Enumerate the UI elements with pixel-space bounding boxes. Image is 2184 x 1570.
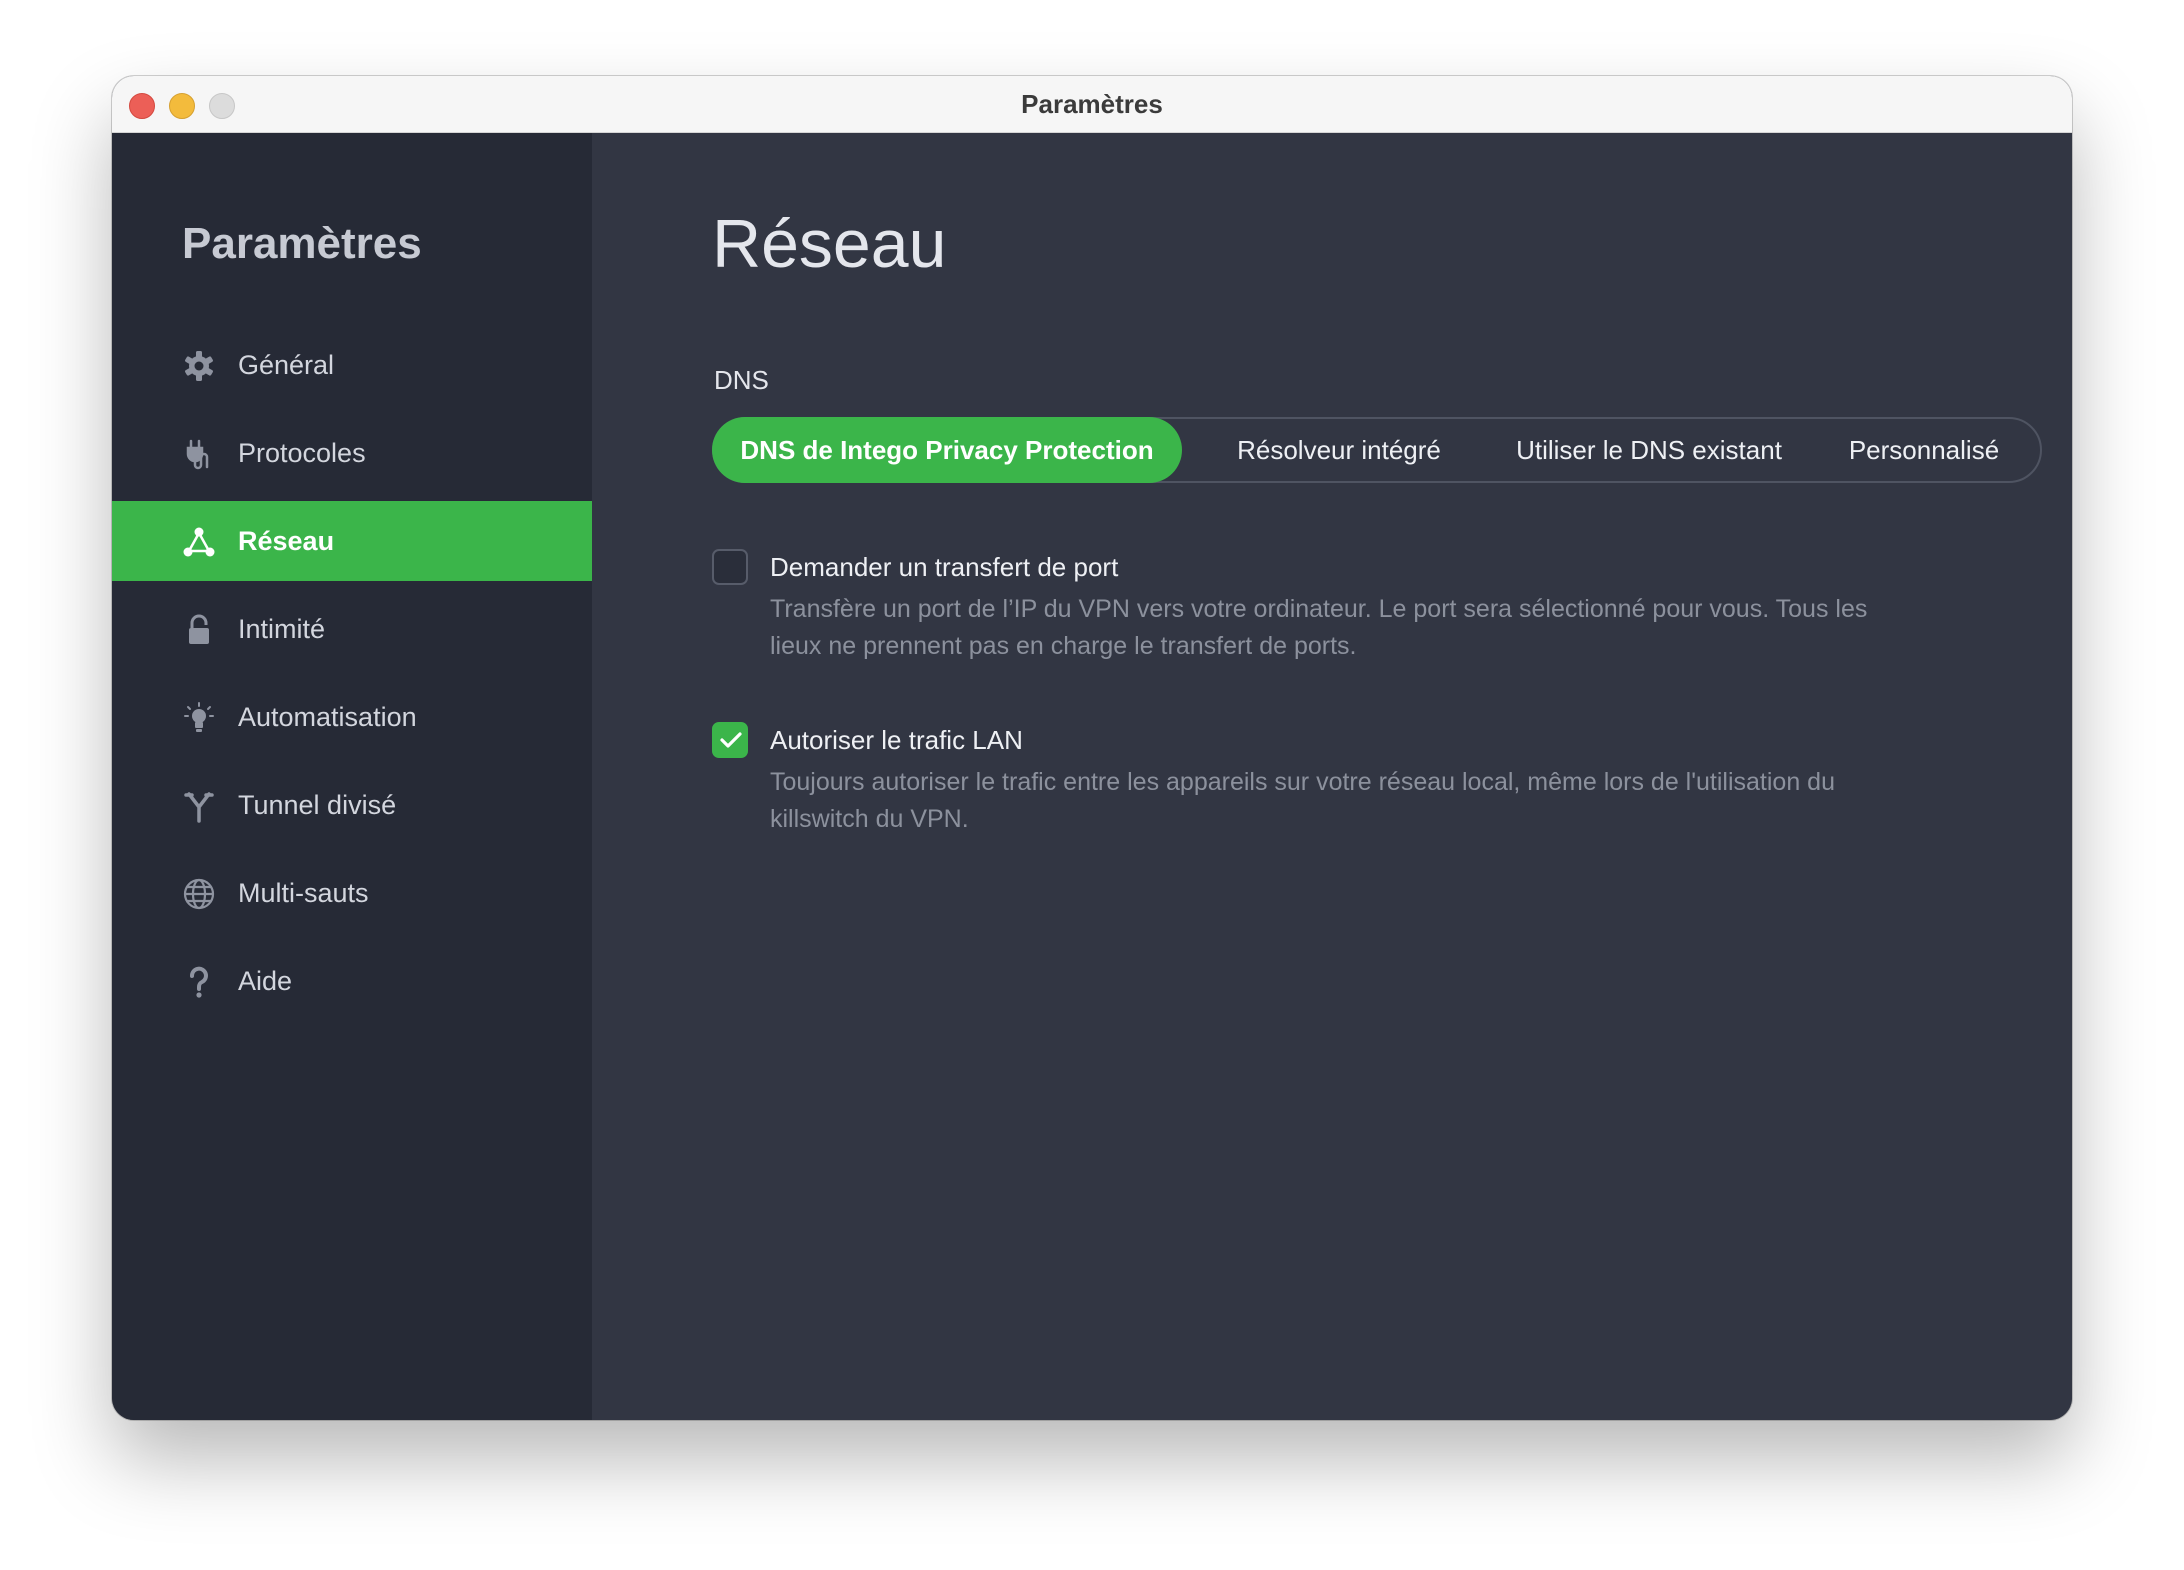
dns-section-label: DNS: [714, 365, 769, 395]
sidebar-item-label: Aide: [238, 966, 293, 996]
lock-icon: [182, 613, 216, 647]
port-forwarding-label[interactable]: Demander un transfert de port: [770, 549, 1118, 585]
sidebar-item-label: Tunnel divisé: [238, 790, 397, 820]
page-title: Réseau: [712, 206, 947, 282]
lightbulb-icon: [182, 701, 216, 735]
sidebar-item-label: Multi-sauts: [238, 878, 369, 908]
title-bar: Paramètres: [112, 76, 2072, 133]
lan-traffic-label[interactable]: Autoriser le trafic LAN: [770, 722, 1023, 758]
sidebar-item-privacy[interactable]: Intimité: [112, 589, 592, 669]
question-icon: [182, 965, 216, 999]
sidebar-item-automation[interactable]: Automatisation: [112, 677, 592, 757]
network-icon: [182, 525, 216, 559]
sidebar: Paramètres Général Protocoles Réseau Int…: [112, 133, 592, 1420]
sidebar-item-label: Réseau: [238, 526, 335, 556]
sidebar-item-general[interactable]: Général: [112, 325, 592, 405]
lan-traffic-description: Toujours autoriser le trafic entre les a…: [770, 764, 1930, 838]
dns-option-intego[interactable]: DNS de Intego Privacy Protection: [712, 417, 1182, 483]
checkmark-icon: [720, 732, 742, 748]
main-panel: Réseau DNS DNS de Intego Privacy Protect…: [592, 133, 2072, 1420]
settings-window: Paramètres Paramètres Général Protocoles: [112, 76, 2072, 1420]
sidebar-item-protocols[interactable]: Protocoles: [112, 413, 592, 493]
globe-icon: [182, 877, 216, 911]
sidebar-item-split-tunnel[interactable]: Tunnel divisé: [112, 765, 592, 845]
sidebar-item-label: Intimité: [238, 614, 326, 644]
description-line: lieux ne prennent pas en charge le trans…: [770, 632, 1357, 660]
description-line: killswitch du VPN.: [770, 805, 969, 833]
sidebar-item-label: Automatisation: [238, 702, 417, 732]
dns-option-custom[interactable]: Personnalisé: [1824, 417, 2024, 483]
sidebar-item-label: Général: [238, 350, 335, 380]
plug-icon: [182, 437, 216, 471]
split-tunnel-icon: [182, 789, 216, 823]
description-line: Toujours autoriser le trafic entre les a…: [770, 768, 1835, 796]
sidebar-item-label: Protocoles: [238, 438, 366, 468]
description-line: Transfère un port de l’IP du VPN vers vo…: [770, 595, 1868, 623]
dns-option-builtin-resolver[interactable]: Résolveur intégré: [1214, 417, 1464, 483]
sidebar-item-network[interactable]: Réseau: [112, 501, 592, 581]
window-title: Paramètres: [1021, 89, 1163, 119]
dns-option-existing[interactable]: Utiliser le DNS existant: [1504, 417, 1794, 483]
port-forwarding-checkbox[interactable]: [712, 549, 748, 585]
gear-icon: [182, 349, 216, 383]
lan-traffic-checkbox[interactable]: [712, 722, 748, 758]
dns-segmented-control: DNS de Intego Privacy Protection Résolve…: [712, 417, 2042, 483]
sidebar-item-multihop[interactable]: Multi-sauts: [112, 853, 592, 933]
port-forwarding-description: Transfère un port de l’IP du VPN vers vo…: [770, 591, 1930, 665]
sidebar-item-help[interactable]: Aide: [112, 941, 592, 1021]
sidebar-nav: Général Protocoles Réseau Intimité Autom…: [112, 325, 592, 1029]
sidebar-title: Paramètres: [182, 219, 422, 268]
